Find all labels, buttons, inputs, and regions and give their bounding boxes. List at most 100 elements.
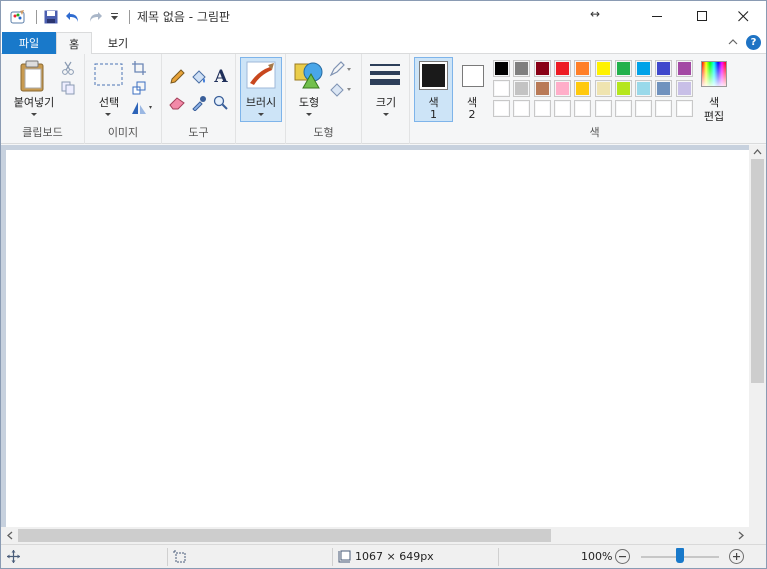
fill-bucket-icon[interactable] [189,68,209,86]
tab-home[interactable]: 홈 [56,32,92,55]
selection-size-icon [173,550,186,563]
paint-app-icon[interactable] [9,8,27,26]
colors-group-label: 색 [589,126,600,139]
redo-icon[interactable] [86,8,104,26]
horizontal-scrollbar[interactable] [1,527,749,544]
vertical-scroll-thumb[interactable] [751,159,764,383]
shapes-label[interactable]: 도형 [291,94,327,110]
palette-swatch[interactable] [553,80,571,97]
palette-swatch[interactable] [533,100,551,117]
resize-arrow-icon: ↔ [590,7,601,21]
edit-colors-button[interactable] [701,61,727,87]
color-picker-icon[interactable] [189,94,209,112]
shapes-dropdown-icon[interactable] [306,113,312,116]
drawing-canvas[interactable] [6,150,749,527]
outline-icon[interactable] [328,60,354,78]
zoom-out-button[interactable] [615,549,630,564]
shapes-button[interactable] [291,59,327,91]
collapse-ribbon-icon[interactable] [727,36,741,50]
resize-icon[interactable] [131,80,147,96]
brushes-group: 브러시 [236,54,286,144]
palette-swatch[interactable] [594,60,612,77]
paste-button[interactable] [15,58,51,94]
paste-dropdown-icon[interactable] [31,113,37,116]
palette-swatch[interactable] [513,100,531,117]
scroll-up-icon[interactable] [753,148,762,155]
magnifier-icon[interactable] [211,94,231,112]
size-dropdown-icon[interactable] [383,113,389,116]
palette-swatch[interactable] [635,80,653,97]
palette-swatch[interactable] [635,60,653,77]
horizontal-scroll-thumb[interactable] [18,529,551,542]
edit-colors-label-line2[interactable]: 편집 [694,108,734,124]
color1-swatch [419,61,448,90]
select-label[interactable]: 선택 [90,94,128,110]
status-separator [498,548,499,566]
close-button[interactable] [721,1,766,32]
cut-icon[interactable] [60,60,76,76]
minimize-icon [652,16,662,17]
palette-swatch[interactable] [553,100,571,117]
palette-swatch[interactable] [533,80,551,97]
palette-swatch[interactable] [493,100,510,117]
palette-swatch[interactable] [675,80,693,97]
paste-label[interactable]: 붙여넣기 [5,94,63,110]
zoom-slider-thumb[interactable] [676,548,684,563]
crop-icon[interactable] [131,60,147,76]
undo-icon[interactable] [64,8,82,26]
palette-swatch-color [555,62,569,75]
palette-swatch-color [535,82,549,95]
zoom-in-button[interactable] [729,549,744,564]
palette-swatch-color [515,102,529,115]
palette-swatch[interactable] [594,80,612,97]
select-button[interactable] [93,62,125,88]
palette-swatch[interactable] [513,80,531,97]
palette-swatch[interactable] [533,60,551,77]
vertical-scrollbar[interactable] [749,145,766,527]
palette-swatch[interactable] [493,80,510,97]
palette-swatch[interactable] [614,80,632,97]
palette-swatch-color [677,102,691,115]
eraser-icon[interactable] [167,94,187,112]
text-tool-icon[interactable]: A [211,67,231,87]
palette-swatch[interactable] [513,60,531,77]
palette-swatch[interactable] [574,100,592,117]
customize-quick-access-icon[interactable] [108,8,120,26]
palette-swatch[interactable] [493,60,510,77]
palette-swatch[interactable] [574,80,592,97]
copy-icon[interactable] [60,80,76,96]
size-label[interactable]: 크기 [366,94,406,110]
brush-dropdown-icon[interactable] [258,113,264,116]
fill-icon[interactable] [328,80,354,98]
palette-swatch-color [596,62,610,75]
pencil-icon[interactable] [167,68,187,86]
palette-swatch[interactable] [655,100,673,117]
palette-swatch[interactable] [553,60,571,77]
rotate-icon[interactable] [129,100,155,116]
scroll-right-icon[interactable] [738,531,745,540]
palette-swatch[interactable] [675,100,693,117]
palette-swatch[interactable] [635,100,653,117]
palette-swatch-color [495,102,508,115]
palette-swatch[interactable] [655,60,673,77]
tab-view[interactable]: 보기 [97,32,139,54]
brush-icon [245,60,277,90]
palette-swatch[interactable] [614,60,632,77]
palette-swatch[interactable] [574,60,592,77]
maximize-button[interactable] [680,1,725,32]
shapes-group: 도형 도형 [286,54,362,144]
ribbon: 붙여넣기 클립보드 선택 이미지 A 도구 브러시 도형 도형 크기 색 1 색… [1,54,766,144]
palette-swatch[interactable] [614,100,632,117]
scroll-left-icon[interactable] [6,531,13,540]
select-dropdown-icon[interactable] [105,113,111,116]
palette-swatch[interactable] [675,60,693,77]
minimize-button[interactable] [635,1,680,32]
palette-swatch[interactable] [594,100,612,117]
help-icon[interactable]: ? [746,35,761,50]
palette-swatch-color [637,82,651,95]
tab-file[interactable]: 파일 [2,32,56,54]
size-button[interactable] [368,60,402,90]
save-icon[interactable] [42,8,60,26]
color2-fill [464,67,482,85]
palette-swatch[interactable] [655,80,673,97]
